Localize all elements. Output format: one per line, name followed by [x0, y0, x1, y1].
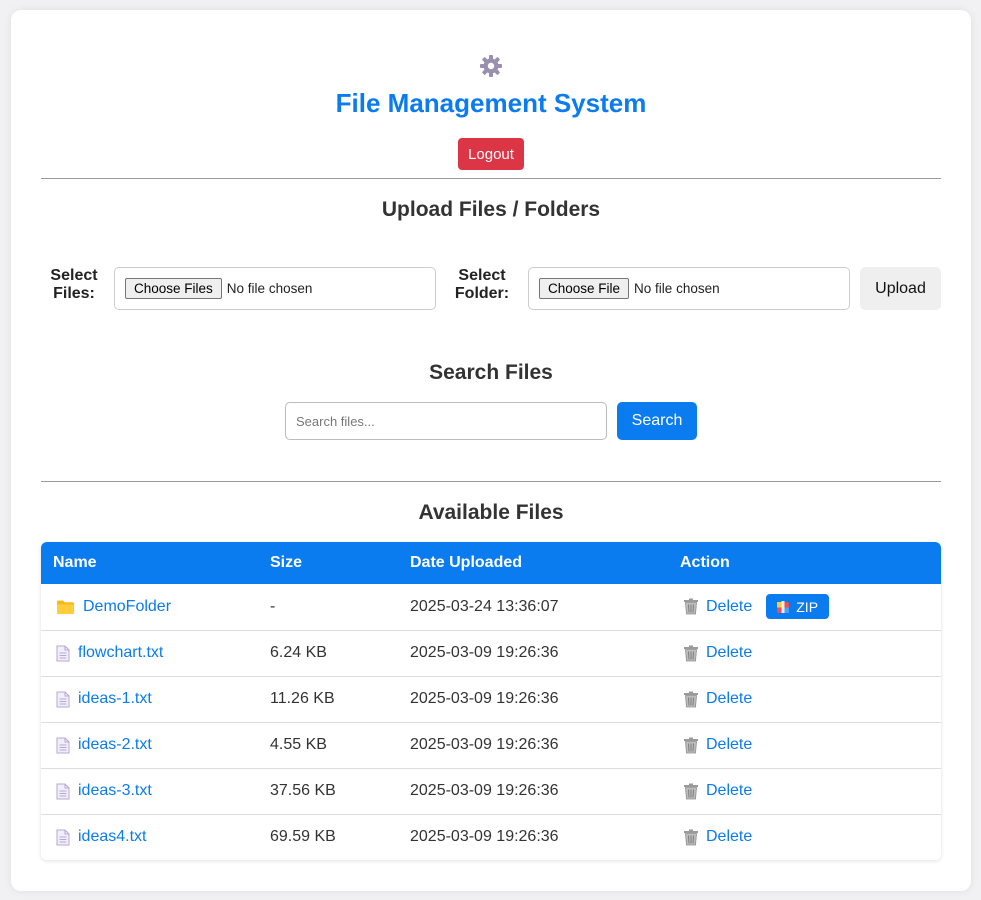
page-title: File Management System	[335, 88, 647, 118]
header-icon-wrap	[11, 54, 971, 78]
action-cell: Delete	[668, 630, 941, 676]
date-cell: 2025-03-09 19:26:36	[410, 736, 559, 753]
file-icon	[56, 783, 70, 800]
file-link[interactable]: ideas-1.txt	[78, 690, 152, 708]
name-cell: DemoFolder	[41, 584, 258, 630]
table-row: DemoFolder - 2025-03-24 13:36:07 Delete ZIP	[41, 584, 941, 630]
trash-icon	[683, 737, 699, 754]
table-row: ideas4.txt 69.59 KB 2025-03-09 19:26:36 Del…	[41, 814, 941, 860]
action-cell: Delete	[668, 722, 941, 768]
file-link[interactable]: DemoFolder	[83, 598, 171, 616]
choose-files-button[interactable]: Choose Files	[125, 278, 222, 299]
delete-button[interactable]: Delete	[680, 598, 752, 616]
date-cell: 2025-03-09 19:26:36	[410, 828, 559, 846]
name-cell: ideas-3.txt	[41, 768, 258, 814]
date-cell: 2025-03-09 19:26:36	[410, 782, 559, 799]
delete-button[interactable]: Delete	[680, 690, 752, 708]
upload-button[interactable]: Upload	[860, 267, 941, 310]
name-cell: flowchart.txt	[41, 630, 258, 676]
name-cell: ideas-1.txt	[41, 676, 258, 722]
logout-button[interactable]: Logout	[458, 138, 524, 170]
size-cell: 4.55 KB	[270, 736, 327, 753]
delete-label: Delete	[706, 690, 753, 707]
size-cell: -	[270, 597, 276, 615]
delete-button[interactable]: Delete	[680, 782, 752, 800]
delete-label: Delete	[706, 736, 753, 753]
table-row: ideas-3.txt 37.56 KB 2025-03-09 19:26:36 De…	[41, 768, 941, 814]
files-status: No file chosen	[226, 281, 313, 296]
files-table-wrap: Name Size Date Uploaded Action DemoFolde…	[41, 542, 941, 860]
trash-icon	[683, 783, 699, 800]
upload-section-title: Upload Files / Folders	[381, 198, 601, 221]
column-header-size: Size	[270, 554, 303, 571]
name-cell: ideas-2.txt	[41, 722, 258, 768]
trash-icon	[683, 598, 699, 615]
column-header-name: Name	[53, 554, 97, 571]
divider	[41, 481, 941, 482]
folder-icon	[56, 599, 75, 615]
search-input[interactable]	[285, 402, 607, 440]
size-cell: 6.24 KB	[270, 644, 327, 661]
delete-label: Delete	[706, 644, 753, 661]
file-link[interactable]: ideas-2.txt	[78, 736, 152, 754]
file-link[interactable]: ideas-3.txt	[78, 782, 152, 800]
gear-icon	[479, 54, 503, 78]
file-icon	[56, 829, 70, 846]
size-cell: 11.26 KB	[270, 690, 335, 707]
select-folder-label: Select Folder:	[454, 267, 510, 302]
zip-archive-icon	[776, 600, 790, 614]
zip-button[interactable]: ZIP	[766, 594, 830, 620]
delete-label: Delete	[706, 782, 753, 799]
date-cell: 2025-03-09 19:26:36	[410, 690, 559, 707]
search-button[interactable]: Search	[617, 402, 697, 440]
folder-input[interactable]: Choose File No file chosen	[528, 267, 850, 310]
file-link[interactable]: ideas4.txt	[78, 828, 146, 846]
trash-icon	[683, 829, 699, 846]
files-section-title: Available Files	[418, 501, 564, 524]
column-header-action: Action	[680, 554, 730, 571]
delete-label: Delete	[706, 597, 753, 615]
file-icon	[56, 645, 70, 662]
table-header-row: Name Size Date Uploaded Action	[41, 542, 941, 584]
size-cell: 37.56 KB	[270, 782, 336, 799]
action-cell: Delete	[668, 676, 941, 722]
date-cell: 2025-03-24 13:36:07	[410, 597, 559, 615]
trash-icon	[683, 645, 699, 662]
files-table: Name Size Date Uploaded Action DemoFolde…	[41, 542, 941, 860]
zip-button-label: ZIP	[796, 598, 819, 615]
select-files-label: Select Files:	[50, 267, 98, 302]
action-cell: Delete ZIP	[668, 584, 941, 630]
size-cell: 69.59 KB	[270, 828, 336, 846]
table-row: flowchart.txt 6.24 KB 2025-03-09 19:26:36 D…	[41, 630, 941, 676]
file-link[interactable]: flowchart.txt	[78, 644, 163, 662]
main-card: File Management System Logout Upload Fil…	[11, 10, 971, 891]
action-cell: Delete	[668, 768, 941, 814]
delete-button[interactable]: Delete	[680, 828, 752, 846]
delete-label: Delete	[706, 828, 753, 846]
file-icon	[56, 691, 70, 708]
folder-status: No file chosen	[634, 281, 720, 296]
name-cell: ideas4.txt	[41, 814, 258, 860]
table-row: ideas-2.txt 4.55 KB 2025-03-09 19:26:36 Del…	[41, 722, 941, 768]
trash-icon	[683, 691, 699, 708]
files-table-body: DemoFolder - 2025-03-24 13:36:07 Delete ZIP f…	[41, 584, 941, 860]
search-section-title: Search Files	[429, 361, 553, 384]
files-input[interactable]: Choose Files No file chosen	[114, 267, 436, 310]
choose-folder-button[interactable]: Choose File	[539, 278, 630, 299]
column-header-date: Date Uploaded	[410, 554, 523, 571]
table-row: ideas-1.txt 11.26 KB 2025-03-09 19:26:36 De…	[41, 676, 941, 722]
divider	[41, 178, 941, 179]
file-icon	[56, 737, 70, 754]
date-cell: 2025-03-09 19:26:36	[410, 644, 559, 661]
action-cell: Delete	[668, 814, 941, 860]
delete-button[interactable]: Delete	[680, 736, 752, 754]
delete-button[interactable]: Delete	[680, 644, 752, 662]
